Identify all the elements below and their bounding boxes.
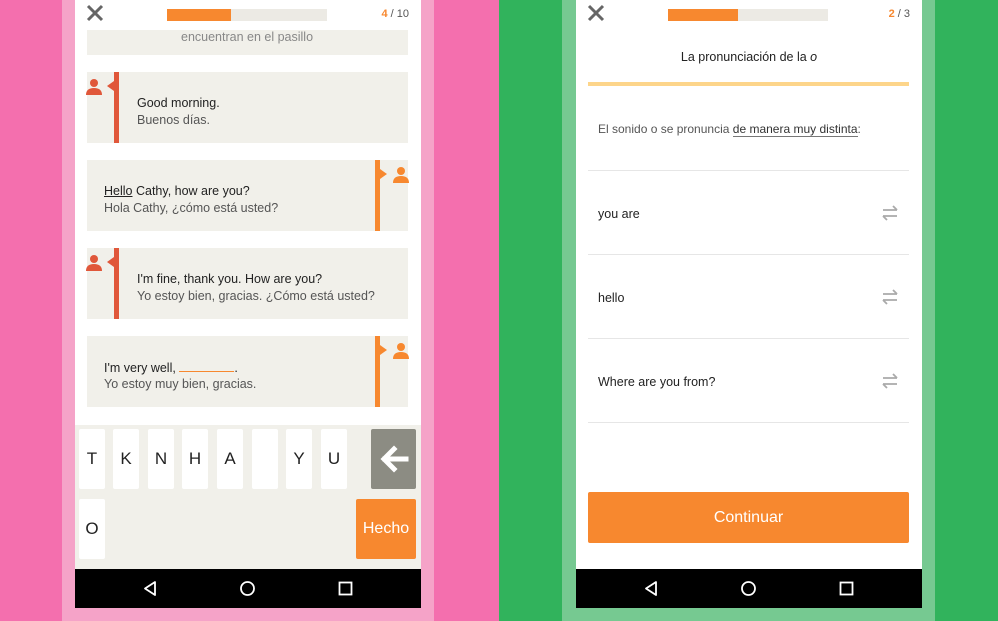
speaker-flag — [380, 169, 387, 179]
prompt-suffix: : — [857, 122, 861, 136]
swap-arrows-icon[interactable] — [881, 289, 899, 305]
person-icon — [393, 167, 409, 183]
message-english: I'm very well, . — [104, 360, 238, 375]
speaker-stripe — [114, 72, 119, 143]
key-space[interactable] — [252, 429, 278, 489]
counter-separator: / — [894, 8, 904, 20]
message-spanish: Yo estoy muy bien, gracias. — [104, 377, 257, 391]
key-y[interactable]: Y — [286, 429, 312, 489]
message-bubble-4: I'm very well, . Yo estoy muy bien, grac… — [87, 336, 408, 407]
speaker-flag — [380, 345, 387, 355]
lesson-counter: 4 / 10 — [381, 8, 409, 20]
nav-recents-icon[interactable] — [337, 580, 354, 597]
key-k[interactable]: K — [113, 429, 139, 489]
android-nav-bar — [576, 569, 922, 608]
message-bubble-3: I'm fine, thank you. How are you? Yo est… — [87, 248, 408, 319]
swap-arrows-icon[interactable] — [881, 205, 899, 221]
prompt-highlight[interactable]: de manera muy distinta — [732, 122, 858, 137]
divider — [588, 422, 909, 423]
key-o[interactable]: O — [79, 499, 105, 559]
android-nav-bar — [75, 569, 421, 608]
message-english-suffix: . — [234, 361, 238, 375]
option-label: hello — [598, 291, 625, 305]
previous-message-text: encuentran en el pasillo — [181, 30, 314, 44]
option-label: Where are you from? — [598, 375, 716, 389]
exercise-title: La pronunciación de la o — [576, 50, 922, 64]
close-icon[interactable] — [85, 3, 105, 23]
message-english: Hello Cathy, how are you? — [104, 184, 250, 198]
exercise-prompt: El sonido o se pronuncia de manera muy d… — [598, 122, 861, 137]
option-row-2[interactable]: hello — [588, 255, 909, 339]
speaker-flag — [107, 257, 114, 267]
key-u[interactable]: U — [321, 429, 347, 489]
counter-total: 3 — [903, 8, 910, 20]
hint-word[interactable]: Hello — [104, 184, 133, 198]
person-icon — [86, 255, 102, 271]
lesson-progress-fill — [167, 9, 231, 21]
message-bubble-2: Hello Cathy, how are you? Hola Cathy, ¿c… — [87, 160, 408, 231]
key-a[interactable]: A — [217, 429, 243, 489]
close-icon[interactable] — [586, 3, 606, 23]
letter-keyboard: T K N H A Y U O Hecho — [75, 425, 421, 569]
message-english-rest: Cathy, how are you? — [132, 184, 250, 198]
title-accent-bar — [588, 82, 909, 86]
continue-button[interactable]: Continuar — [588, 492, 909, 543]
speaker-stripe — [114, 248, 119, 319]
backspace-button[interactable] — [371, 429, 416, 489]
message-spanish: Yo estoy bien, gracias. ¿Cómo está usted… — [137, 289, 375, 303]
option-row-1[interactable]: you are — [588, 171, 909, 255]
previous-message-bubble: encuentran en el pasillo — [87, 30, 408, 55]
left-phone-screen: 4 / 10 encuentran en el pasillo Good mor… — [75, 0, 421, 608]
speaker-flag — [107, 81, 114, 91]
right-phone-screen: 2 / 3 La pronunciación de la o El sonido… — [576, 0, 922, 608]
swap-arrows-icon[interactable] — [881, 373, 899, 389]
lesson-progress-bar — [167, 9, 327, 21]
counter-separator: / — [387, 8, 397, 20]
nav-back-icon[interactable] — [142, 580, 159, 597]
lesson-progress-bar — [668, 9, 828, 21]
message-spanish: Buenos días. — [137, 113, 210, 127]
prompt-prefix: El sonido o se pronuncia — [598, 122, 733, 136]
lesson-header: 4 / 10 — [75, 0, 421, 30]
nav-home-icon[interactable] — [740, 580, 757, 597]
backspace-arrow-icon — [380, 445, 409, 473]
message-spanish: Hola Cathy, ¿cómo está usted? — [104, 201, 279, 215]
message-english-prefix: I'm very well, — [104, 361, 180, 375]
person-icon — [86, 79, 102, 95]
nav-home-icon[interactable] — [239, 580, 256, 597]
answer-blank[interactable] — [179, 360, 235, 372]
done-button[interactable]: Hecho — [356, 499, 416, 559]
exercise-title-letter: o — [810, 50, 818, 64]
lesson-progress-fill — [668, 9, 739, 21]
message-english: Good morning. — [137, 96, 220, 110]
lesson-counter: 2 / 3 — [889, 8, 910, 20]
key-t[interactable]: T — [79, 429, 105, 489]
person-icon — [393, 343, 409, 359]
key-n[interactable]: N — [148, 429, 174, 489]
lesson-header: 2 / 3 — [576, 0, 922, 30]
nav-recents-icon[interactable] — [838, 580, 855, 597]
counter-total: 10 — [396, 8, 409, 20]
option-row-3[interactable]: Where are you from? — [588, 339, 909, 423]
exercise-title-text: La pronunciación de la — [680, 50, 811, 64]
key-h[interactable]: H — [182, 429, 208, 489]
option-label: you are — [598, 207, 640, 221]
nav-back-icon[interactable] — [643, 580, 660, 597]
message-english: I'm fine, thank you. How are you? — [137, 272, 323, 286]
message-bubble-1: Good morning. Buenos días. — [87, 72, 408, 143]
